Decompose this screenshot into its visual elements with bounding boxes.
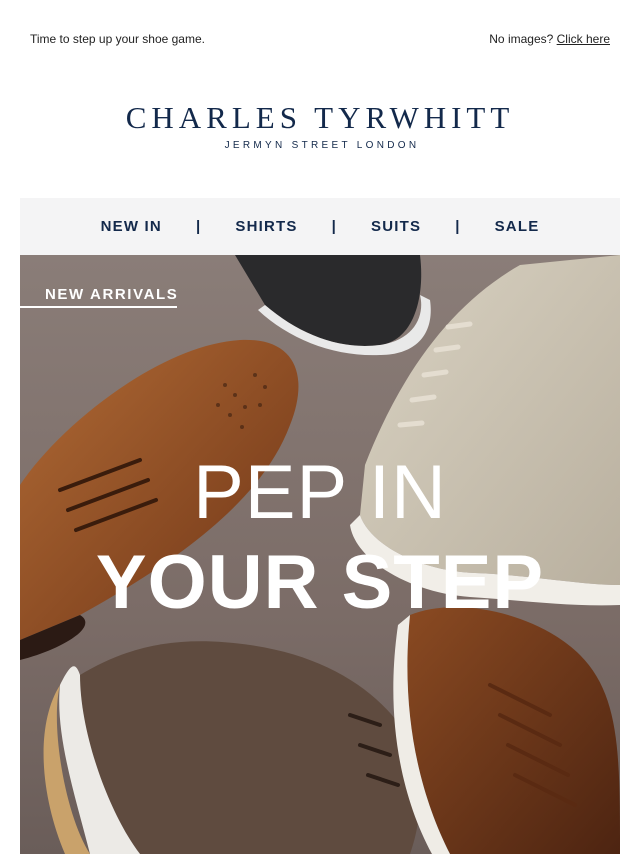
brand-name: CHARLES TYRWHITT xyxy=(125,100,515,135)
no-images-notice: No images? Click here xyxy=(489,32,610,48)
click-here-link[interactable]: Click here xyxy=(557,32,610,46)
badge-underline xyxy=(20,306,177,308)
nav-suits[interactable]: SUITS xyxy=(371,218,421,235)
main-nav: NEW IN | SHIRTS | SUITS | SALE xyxy=(20,198,620,255)
no-images-text: No images? xyxy=(489,32,554,46)
hero-headline-line1: PEP IN xyxy=(193,450,447,535)
hero-headline-line2: YOUR STEP xyxy=(95,540,545,625)
nav-separator: | xyxy=(331,218,337,235)
nav-separator: | xyxy=(455,218,461,235)
hero-banner[interactable]: NEW ARRIVALS PEP IN YOUR STEP xyxy=(20,255,620,854)
nav-sale[interactable]: SALE xyxy=(495,218,540,235)
preheader-tagline: Time to step up your shoe game. xyxy=(30,32,205,46)
new-arrivals-badge: NEW ARRIVALS xyxy=(45,286,179,303)
nav-new-in[interactable]: NEW IN xyxy=(101,218,162,235)
preheader: Time to step up your shoe game. No image… xyxy=(30,32,610,48)
nav-shirts[interactable]: SHIRTS xyxy=(235,218,297,235)
nav-separator: | xyxy=(195,218,202,235)
brand-subtitle: JERMYN STREET LONDON xyxy=(224,140,420,151)
brand-logo[interactable]: CHARLES TYRWHITT JERMYN STREET LONDON xyxy=(0,100,640,151)
